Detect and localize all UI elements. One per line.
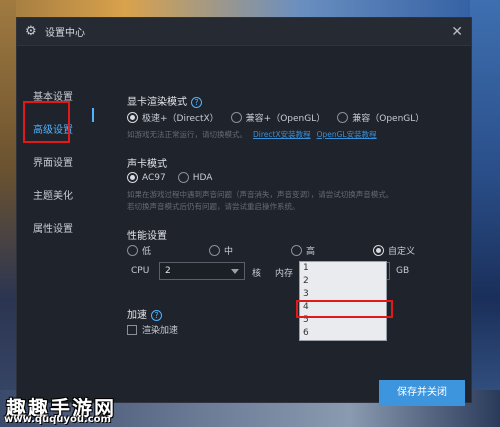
radio-icon bbox=[230, 112, 242, 123]
watermark-url: www.ququyou.com bbox=[4, 414, 111, 425]
render-accel-label: 渲染加速 bbox=[142, 326, 179, 336]
performance-option-label: 高 bbox=[306, 247, 316, 257]
save-and-close-button[interactable]: 保存并关闭 bbox=[379, 380, 465, 406]
opengl-tutorial-link[interactable]: OpenGL安装教程 bbox=[317, 130, 377, 139]
gpu-option-directx[interactable]: 极速+（DirectX） bbox=[127, 111, 219, 124]
sidebar-item-theme[interactable]: 主题美化 bbox=[27, 185, 91, 209]
sound-hint-line2: 若切换声音模式后仍有问题，请尝试重启操作系统。 bbox=[127, 202, 300, 211]
chevron-down-icon bbox=[231, 269, 239, 274]
gpu-title-text: 显卡渲染模式 bbox=[127, 97, 187, 108]
settings-window: ⚙ 设置中心 ✕ 基本设置 高级设置 界面设置 主题美化 属性设置 显卡渲染模式… bbox=[16, 17, 472, 406]
radio-selected-icon bbox=[127, 172, 138, 183]
performance-section-title: 性能设置 bbox=[127, 231, 167, 242]
gpu-hint-text: 如游戏无法正常运行，请切换模式。 bbox=[127, 130, 247, 139]
sound-hint: 如果在游戏过程中遇到声音问题（声音消失，声音变调），请尝试切换声音模式。 若切换… bbox=[127, 189, 447, 213]
gear-icon: ⚙ bbox=[25, 23, 37, 39]
sidebar-item-properties[interactable]: 属性设置 bbox=[27, 218, 91, 242]
memory-label: 内存 bbox=[275, 269, 294, 279]
gpu-section-title: 显卡渲染模式? bbox=[127, 93, 202, 108]
help-icon[interactable]: ? bbox=[191, 96, 202, 108]
radio-icon bbox=[209, 245, 220, 256]
performance-option-label: 低 bbox=[142, 247, 152, 257]
gpu-hint: 如游戏无法正常运行，请切换模式。 DirectX安装教程 OpenGL安装教程 bbox=[127, 129, 377, 141]
radio-selected-icon bbox=[373, 245, 384, 256]
radio-icon bbox=[127, 245, 138, 256]
sound-option-label: AC97 bbox=[142, 172, 166, 183]
radio-selected-icon bbox=[127, 112, 138, 123]
memory-option-highlight bbox=[296, 300, 393, 318]
performance-option-custom[interactable]: 自定义 bbox=[373, 244, 415, 257]
help-icon[interactable]: ? bbox=[151, 309, 162, 321]
close-button[interactable]: ✕ bbox=[451, 24, 463, 40]
window-title: 设置中心 bbox=[45, 28, 85, 39]
gpu-option-label: 兼容（OpenGL） bbox=[352, 114, 425, 124]
directx-tutorial-link[interactable]: DirectX安装教程 bbox=[253, 130, 311, 139]
radio-icon bbox=[291, 245, 302, 256]
sound-option-ac97[interactable]: AC97 bbox=[127, 172, 166, 183]
radio-icon bbox=[337, 112, 349, 123]
sound-hint-line1: 如果在游戏过程中遇到声音问题（声音消失，声音变调），请尝试切换声音模式。 bbox=[127, 190, 394, 199]
background-top bbox=[0, 0, 500, 17]
cpu-select[interactable]: 2 bbox=[159, 262, 245, 280]
checkbox-icon bbox=[127, 324, 137, 335]
active-item-highlight bbox=[23, 101, 70, 143]
cpu-select-value: 2 bbox=[165, 266, 171, 276]
render-accel-checkbox[interactable]: 渲染加速 bbox=[127, 323, 178, 336]
accel-section-title: 加速? bbox=[127, 306, 162, 321]
gpu-option-label: 极速+（DirectX） bbox=[142, 114, 219, 124]
sidebar-item-interface[interactable]: 界面设置 bbox=[27, 152, 91, 176]
gpu-option-opengl[interactable]: 兼容（OpenGL） bbox=[337, 111, 424, 124]
performance-option-label: 自定义 bbox=[388, 247, 416, 257]
gpu-option-opengl-plus[interactable]: 兼容+（OpenGL） bbox=[230, 111, 326, 124]
memory-option-2[interactable]: 2 bbox=[300, 275, 386, 288]
title-bar: ⚙ 设置中心 ✕ bbox=[17, 18, 471, 46]
memory-unit: GB bbox=[396, 266, 410, 276]
sidebar-active-marker bbox=[92, 108, 94, 122]
gpu-option-label: 兼容+（OpenGL） bbox=[245, 114, 326, 124]
gpu-options: 极速+（DirectX） 兼容+（OpenGL） 兼容（OpenGL） bbox=[127, 111, 436, 124]
accel-title-text: 加速 bbox=[127, 310, 147, 321]
sound-option-label: HDA bbox=[192, 172, 213, 183]
performance-option-medium[interactable]: 中 bbox=[209, 244, 279, 257]
sound-options: AC97 HDA bbox=[127, 172, 224, 183]
cpu-unit: 核 bbox=[252, 269, 262, 279]
background-right bbox=[470, 0, 500, 427]
performance-option-label: 中 bbox=[224, 247, 234, 257]
performance-option-high[interactable]: 高 bbox=[291, 244, 361, 257]
radio-icon bbox=[177, 172, 189, 183]
background-left bbox=[0, 0, 16, 427]
settings-content: 显卡渲染模式? 极速+（DirectX） 兼容+（OpenGL） 兼容（Open… bbox=[127, 47, 471, 406]
memory-option-1[interactable]: 1 bbox=[300, 262, 386, 275]
memory-option-6[interactable]: 6 bbox=[300, 327, 386, 340]
sound-section-title: 声卡模式 bbox=[127, 159, 167, 170]
cpu-label: CPU bbox=[131, 266, 150, 276]
performance-options: 低 中 高 自定义 bbox=[127, 244, 427, 257]
sound-option-hda[interactable]: HDA bbox=[177, 172, 213, 183]
performance-option-low[interactable]: 低 bbox=[127, 244, 197, 257]
